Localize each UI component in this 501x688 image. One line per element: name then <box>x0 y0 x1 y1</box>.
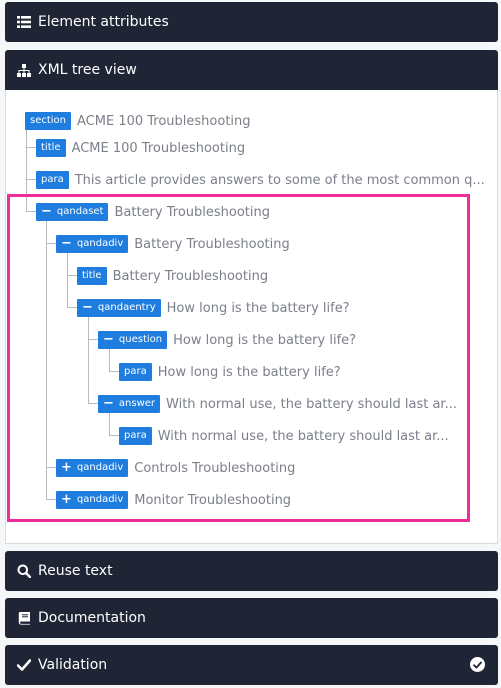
documentation-label: Documentation <box>38 610 146 626</box>
validation-header[interactable]: Validation <box>5 645 498 685</box>
tree-node-para[interactable]: para This article provides answers to so… <box>36 170 485 190</box>
tree-connector <box>26 130 27 212</box>
tree-connector <box>26 147 36 148</box>
node-text: ACME 100 Troubleshooting <box>71 140 246 156</box>
tag-badge[interactable]: para <box>119 363 152 381</box>
xml-tree-view-header[interactable]: XML tree view <box>5 50 498 90</box>
tree-node-qandadiv[interactable]: − qandadiv Battery Troubleshooting <box>56 234 290 254</box>
expand-toggle[interactable]: + <box>61 491 72 509</box>
search-icon <box>17 564 31 578</box>
tree-connector <box>109 349 110 371</box>
tag-badge[interactable]: − qandaset <box>36 203 109 221</box>
tree-node-qandadiv[interactable]: + qandadiv Monitor Troubleshooting <box>56 490 291 510</box>
check-icon <box>17 658 31 672</box>
tree-connector <box>46 221 47 499</box>
node-text: Battery Troubleshooting <box>114 204 270 220</box>
element-attributes-header[interactable]: Element attributes <box>5 2 498 42</box>
node-text: ACME 100 Troubleshooting <box>77 113 251 129</box>
reuse-text-header[interactable]: Reuse text <box>5 551 498 591</box>
expand-toggle[interactable]: + <box>61 459 72 477</box>
collapse-toggle[interactable]: − <box>103 331 114 349</box>
collapse-toggle[interactable]: − <box>41 203 52 221</box>
collapse-toggle[interactable]: − <box>61 235 72 253</box>
tree-node-answer[interactable]: − answer With normal use, the battery sho… <box>98 394 457 414</box>
tag-badge[interactable]: − qandaentry <box>77 299 161 317</box>
tag-badge[interactable]: para <box>36 171 69 189</box>
list-icon <box>17 15 31 29</box>
node-text: Battery Troubleshooting <box>134 236 290 252</box>
tree-connector <box>88 403 98 404</box>
tree-connector <box>67 307 77 308</box>
xml-tree-view-label: XML tree view <box>38 62 137 78</box>
element-attributes-label: Element attributes <box>38 14 169 30</box>
tree-connector <box>46 467 56 468</box>
reuse-text-label: Reuse text <box>38 563 113 579</box>
tag-badge[interactable]: + qandadiv <box>56 459 129 477</box>
tag-badge[interactable]: − qandadiv <box>56 235 129 253</box>
tree-node-para[interactable]: para With normal use, the battery should… <box>119 426 449 446</box>
tree-connector <box>46 243 56 244</box>
tree-node-title[interactable]: title ACME 100 Troubleshooting <box>36 138 245 158</box>
tree-node-qandadiv[interactable]: + qandadiv Controls Troubleshooting <box>56 458 295 478</box>
node-text: With normal use, the battery should last… <box>157 428 449 444</box>
tree-connector <box>88 317 89 403</box>
tag-badge[interactable]: − answer <box>98 395 161 413</box>
tree-node-question[interactable]: − question How long is the battery life? <box>98 330 356 350</box>
tree-connector <box>88 339 98 340</box>
tree-connector <box>109 371 119 372</box>
node-text: Controls Troubleshooting <box>134 460 296 476</box>
node-text: Monitor Troubleshooting <box>134 492 292 508</box>
tree-node-title[interactable]: title Battery Troubleshooting <box>77 266 268 286</box>
tag-badge[interactable]: section <box>25 112 72 130</box>
documentation-header[interactable]: Documentation <box>5 598 498 638</box>
tag-badge[interactable]: title <box>36 139 66 157</box>
tree-connector <box>46 499 56 500</box>
collapse-toggle[interactable]: − <box>103 395 114 413</box>
node-text: How long is the battery life? <box>157 364 341 380</box>
tag-badge[interactable]: + qandadiv <box>56 491 129 509</box>
tree-node-qandaentry[interactable]: − qandaentry How long is the battery life… <box>77 298 350 318</box>
tree-node-section[interactable]: section ACME 100 Troubleshooting <box>25 111 251 131</box>
tree-node-para[interactable]: para How long is the battery life? <box>119 362 341 382</box>
tree-connector <box>26 179 36 180</box>
node-text: With normal use, the battery should last… <box>166 396 457 412</box>
tag-badge[interactable]: title <box>77 267 107 285</box>
node-text: Battery Troubleshooting <box>112 268 269 284</box>
tag-badge[interactable]: − question <box>98 331 168 349</box>
tree-connector <box>26 211 36 212</box>
node-text: This article provides answers to some of… <box>74 172 485 188</box>
tree-connector <box>109 435 119 436</box>
tree-connector <box>67 275 77 276</box>
tag-badge[interactable]: para <box>119 427 152 445</box>
validation-label: Validation <box>38 657 108 673</box>
collapse-toggle[interactable]: − <box>82 299 93 317</box>
sitemap-icon <box>17 63 31 77</box>
node-text: How long is the battery life? <box>173 332 357 348</box>
tree-connector <box>67 253 68 307</box>
check-circle-icon <box>470 657 485 672</box>
book-icon <box>17 611 31 625</box>
node-text: How long is the battery life? <box>166 300 350 316</box>
tree-connector <box>109 413 110 435</box>
tree-node-qandaset[interactable]: − qandaset Battery Troubleshooting <box>36 202 270 222</box>
